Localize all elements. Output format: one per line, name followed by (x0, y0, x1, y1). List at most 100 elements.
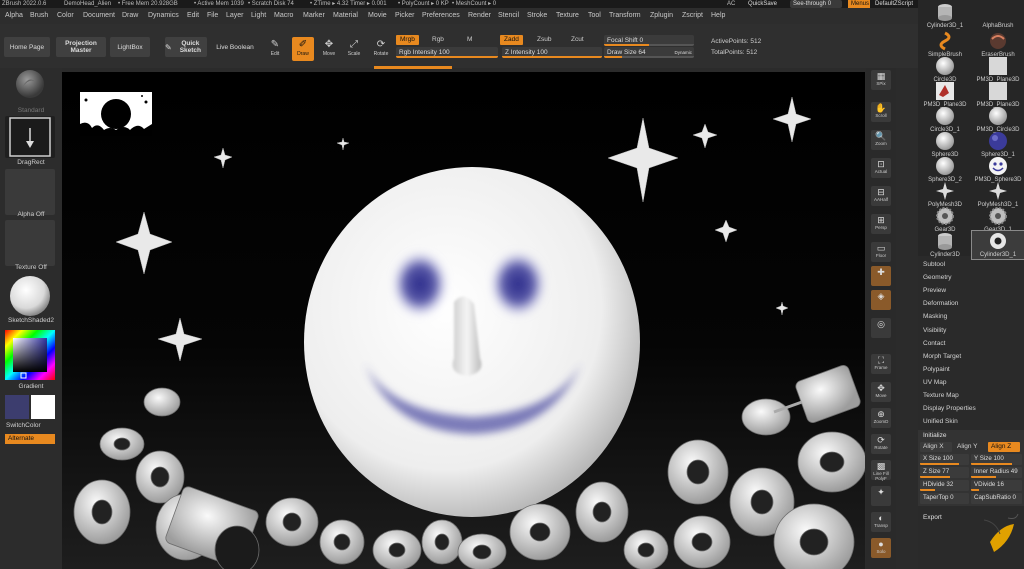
texture-thumb[interactable] (5, 220, 55, 266)
view-solo-button[interactable]: ● Solo (871, 538, 891, 558)
panel-preview[interactable]: Preview (923, 287, 946, 294)
panel-contact[interactable]: Contact (923, 340, 945, 347)
m-button[interactable]: M (467, 35, 472, 45)
tool-thumb-polymesh3d-1[interactable]: PolyMesh3D_1 (972, 181, 1024, 209)
menu-brush[interactable]: Brush (30, 8, 48, 24)
view-spix-button[interactable]: ▦ SPix (871, 70, 891, 90)
quicksave-button[interactable]: QuickSave (745, 0, 780, 8)
menu-file[interactable]: File (207, 8, 218, 24)
menu-movie[interactable]: Movie (368, 8, 387, 24)
export-button[interactable]: Export (923, 514, 942, 521)
view-move-button[interactable]: ✥ Move (871, 382, 891, 402)
capsubratio-slider[interactable]: CapSubRatio 0 (971, 493, 1022, 504)
current-brush-thumb[interactable] (5, 68, 55, 106)
material-thumb[interactable] (5, 274, 55, 318)
projection-master-button[interactable]: Projection Master (56, 37, 106, 57)
color-picker[interactable] (5, 330, 55, 380)
panel-polypaint[interactable]: Polypaint (923, 366, 950, 373)
panel-geometry[interactable]: Geometry (923, 274, 952, 281)
menu-zscript[interactable]: Zscript (682, 8, 703, 24)
tool-thumb-sphere3d-1[interactable]: Sphere3D_1 (972, 131, 1024, 159)
tool-move-button[interactable]: ✥ Move (318, 37, 340, 61)
alternate-button[interactable]: Alternate (5, 434, 55, 444)
panel-texture-map[interactable]: Texture Map (923, 392, 959, 399)
tool-rotate-button[interactable]: ⟳ Rotate (370, 37, 392, 61)
view-zoom-button[interactable]: 🔍 Zoom (871, 130, 891, 150)
align-z-button[interactable]: Align Z (988, 442, 1020, 452)
menu-render[interactable]: Render (468, 8, 491, 24)
menu-dynamics[interactable]: Dynamics (148, 8, 179, 24)
menu-preferences[interactable]: Preferences (422, 8, 460, 24)
menu-edit[interactable]: Edit (187, 8, 199, 24)
y-size-slider[interactable]: Y Size 100 (971, 454, 1022, 465)
align-x-button[interactable]: Align X (920, 442, 952, 452)
mrgb-button[interactable]: Mrgb (396, 35, 419, 45)
lightbox-button[interactable]: LightBox (110, 37, 150, 57)
tool-thumb-simplebrush[interactable]: SimpleBrush (919, 31, 971, 59)
alpha-thumb[interactable] (5, 169, 55, 215)
z-size-slider[interactable]: Z Size 77 (920, 467, 969, 478)
x-size-slider[interactable]: X Size 100 (920, 454, 969, 465)
tool-thumb-pm3d-circle3d[interactable]: PM3D_Circle3D (972, 106, 1024, 134)
tool-thumb-polymesh3d[interactable]: PolyMesh3D (919, 181, 971, 209)
view-aahalf-button[interactable]: ⊟ AAHalf (871, 186, 891, 206)
rgb-intensity-slider[interactable]: Rgb Intensity 100 (396, 47, 498, 58)
tool-thumb-circle3d[interactable]: Circle3D (919, 56, 971, 84)
menu-layer[interactable]: Layer (226, 8, 244, 24)
view-tool-9-button[interactable]: ◎ (871, 318, 891, 338)
panel-morph-target[interactable]: Morph Target (923, 353, 961, 360)
panel-display-properties[interactable]: Display Properties (923, 405, 976, 412)
menu-macro[interactable]: Macro (274, 8, 293, 24)
tool-thumb-cylinder3d[interactable]: Cylinder3D (919, 231, 971, 259)
view-zoomd-button[interactable]: ⊕ ZoomD (871, 408, 891, 428)
vdivide-slider[interactable]: VDivide 16 (971, 480, 1022, 491)
view-line-fill-polyf-button[interactable]: ▩ Line Fill PolyF (871, 460, 891, 480)
panel-deformation[interactable]: Deformation (923, 300, 958, 307)
panel-unified-skin[interactable]: Unified Skin (923, 418, 958, 425)
menu-stroke[interactable]: Stroke (527, 8, 547, 24)
panel-visibility[interactable]: Visibility (923, 327, 946, 334)
tool-thumb-gear3d[interactable]: Gear3D (919, 206, 971, 234)
tool-thumb-alphabrush[interactable]: AlphaBrush (972, 2, 1024, 30)
tool-thumb-pm3d-sphere3d[interactable]: PM3D_Sphere3D (972, 156, 1024, 184)
stroke-thumb[interactable] (5, 116, 55, 158)
focal-shift-slider[interactable]: Focal Shift 0 (604, 35, 694, 46)
menu-document[interactable]: Document (83, 8, 115, 24)
view-rotate-button[interactable]: ⟳ Rotate (871, 434, 891, 454)
tool-draw-button[interactable]: ✐ Draw (292, 37, 314, 61)
tool-thumb-sphere3d-2[interactable]: Sphere3D_2 (919, 156, 971, 184)
menu-color[interactable]: Color (57, 8, 74, 24)
initialize-title[interactable]: Initialize (923, 432, 946, 439)
zsub-button[interactable]: Zsub (537, 35, 551, 45)
menu-tool[interactable]: Tool (588, 8, 601, 24)
quick-sketch-button[interactable]: ✎ Quick Sketch (165, 37, 207, 57)
rgb-button[interactable]: Rgb (432, 35, 444, 45)
panel-subtool[interactable]: Subtool (923, 261, 945, 268)
menu-draw[interactable]: Draw (122, 8, 138, 24)
menu-stencil[interactable]: Stencil (498, 8, 519, 24)
tool-thumb-circle3d-1[interactable]: Circle3D_1 (919, 106, 971, 134)
switchcolor-button[interactable]: SwitchColor (0, 422, 62, 429)
view-scroll-button[interactable]: ✋ Scroll (871, 102, 891, 122)
zcut-button[interactable]: Zcut (571, 35, 584, 45)
tool-thumb-gear3d-1[interactable]: Gear3D_1 (972, 206, 1024, 234)
menu-marker[interactable]: Marker (303, 8, 325, 24)
default-zscript-button[interactable]: DefaultZScript (872, 0, 916, 8)
panel-masking[interactable]: Masking (923, 313, 947, 320)
menu-picker[interactable]: Picker (395, 8, 414, 24)
view-frame-button[interactable]: ⛶ Frame (871, 354, 891, 374)
tool-thumb-eraserbrush[interactable]: EraserBrush (972, 31, 1024, 59)
menu-transform[interactable]: Transform (609, 8, 641, 24)
main-color-swatch[interactable] (5, 395, 29, 419)
home-page-button[interactable]: Home Page (4, 37, 50, 57)
tool-edit-button[interactable]: ✎ Edit (264, 37, 286, 61)
tool-thumb-pm3d-plane3d[interactable]: PM3D_Plane3D (919, 81, 971, 109)
tool-thumb-pm3d-plane3d[interactable]: PM3D_Plane3D (972, 81, 1024, 109)
view-tool-15-button[interactable]: ✦ (871, 486, 891, 506)
hdivide-slider[interactable]: HDivide 32 (920, 480, 969, 491)
menu-texture[interactable]: Texture (556, 8, 579, 24)
zadd-button[interactable]: Zadd (500, 35, 523, 45)
tool-thumb-sphere3d[interactable]: Sphere3D (919, 131, 971, 159)
view-transp-button[interactable]: ◐ Transp (871, 512, 891, 532)
view-tool-7-button[interactable]: ✚ (871, 266, 891, 286)
